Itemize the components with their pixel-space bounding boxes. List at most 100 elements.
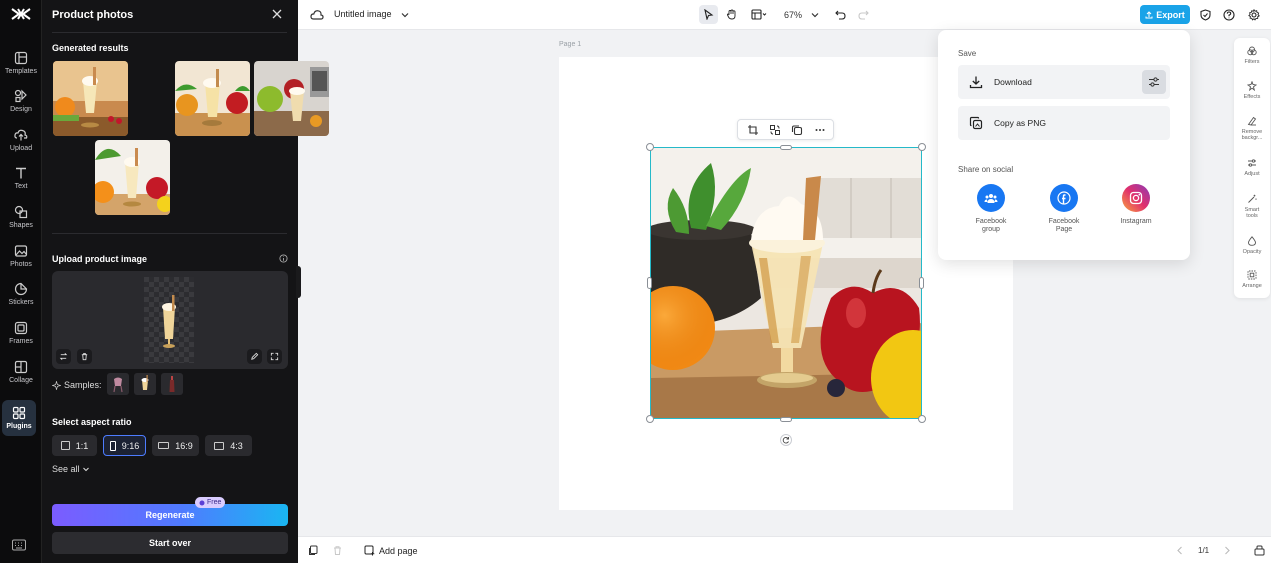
select-tool-button[interactable] <box>699 5 718 24</box>
generated-result-4[interactable] <box>95 140 170 215</box>
see-all-link[interactable]: See all <box>52 464 90 474</box>
layout-tool-button[interactable] <box>747 5 771 24</box>
chevron-down-icon[interactable] <box>811 11 819 19</box>
magic-wand-icon <box>1248 194 1257 203</box>
export-label: Export <box>1156 9 1185 20</box>
panel-collapse-handle[interactable] <box>296 266 301 298</box>
delete-image-button[interactable] <box>77 349 92 364</box>
resize-handle-bottom[interactable] <box>780 417 792 422</box>
resize-handle-bottom-right[interactable] <box>918 415 926 423</box>
download-settings-button[interactable] <box>1142 70 1166 94</box>
effects-icon <box>1247 81 1257 91</box>
redo-icon[interactable] <box>858 9 869 20</box>
upload-dropzone[interactable] <box>52 271 288 369</box>
share-facebook-group[interactable]: Facebook group <box>961 184 1021 234</box>
portrait-icon <box>109 440 116 451</box>
sample-milkshake[interactable] <box>134 373 156 395</box>
nav-item-plugins[interactable]: Plugins <box>2 400 36 436</box>
pages-icon[interactable] <box>307 545 318 556</box>
tool-adjust[interactable]: Adjust <box>1234 158 1270 177</box>
export-button[interactable]: Export <box>1140 5 1190 24</box>
hand-tool-button[interactable] <box>722 5 741 24</box>
share-facebook-page[interactable]: Facebook Page <box>1034 184 1094 234</box>
facebook-icon <box>1050 184 1078 212</box>
nav-item-text[interactable]: Text <box>0 160 42 196</box>
resize-handle-right[interactable] <box>919 277 924 289</box>
resize-handle-top-right[interactable] <box>918 143 926 151</box>
nav-item-frames[interactable]: Frames <box>0 315 42 351</box>
nav-item-label: Stickers <box>8 299 34 306</box>
generated-result-1[interactable] <box>53 61 128 136</box>
cloud-icon[interactable] <box>310 8 324 21</box>
canvas-product-photo[interactable] <box>650 147 922 419</box>
nav-item-collage[interactable]: Collage <box>0 354 42 390</box>
nav-item-stickers[interactable]: Stickers <box>0 276 42 312</box>
capcut-logo-icon[interactable] <box>10 6 32 22</box>
generated-result-2[interactable] <box>175 61 250 136</box>
aspect-option-16-9[interactable]: 16:9 <box>152 435 199 456</box>
start-over-button[interactable]: Start over <box>52 532 288 554</box>
chevron-down-icon[interactable] <box>401 11 409 19</box>
document-title[interactable]: Untitled image <box>334 9 392 19</box>
aspect-option-4-3[interactable]: 4:3 <box>205 435 252 456</box>
flip-icon[interactable] <box>769 124 781 136</box>
aspect-option-1-1[interactable]: 1:1 <box>52 435 97 456</box>
save-section-label: Save <box>958 49 977 58</box>
top-bar: Untitled image 67% Export <box>298 0 1271 30</box>
crop-icon[interactable] <box>747 124 759 136</box>
tool-smart-tools[interactable]: Smart tools <box>1234 194 1270 219</box>
samples-label: Samples: <box>64 380 102 390</box>
rotate-handle[interactable] <box>780 434 792 446</box>
share-instagram[interactable]: Instagram <box>1106 184 1166 226</box>
add-page-button[interactable]: Add page <box>364 545 418 556</box>
gear-icon[interactable] <box>1248 9 1260 21</box>
design-icon <box>14 89 27 103</box>
help-icon[interactable] <box>1223 9 1235 21</box>
aspect-ratio-title: Select aspect ratio <box>52 417 132 427</box>
tool-effects[interactable]: Effects <box>1234 81 1270 100</box>
nav-item-templates[interactable]: Templates <box>0 45 42 81</box>
delete-page-icon[interactable] <box>332 545 343 556</box>
chevron-left-icon[interactable] <box>1176 546 1184 555</box>
panel-title: Product photos <box>52 9 134 21</box>
close-icon[interactable] <box>272 9 282 19</box>
tool-opacity[interactable]: Opacity <box>1234 236 1270 255</box>
nav-item-label: Text <box>14 183 28 190</box>
shield-icon[interactable] <box>1200 9 1211 21</box>
nav-item-upload[interactable]: Upload <box>0 122 42 158</box>
aspect-option-9-16[interactable]: 9:16 <box>103 435 146 456</box>
duplicate-icon[interactable] <box>791 124 803 136</box>
info-icon[interactable] <box>279 254 288 263</box>
regenerate-button[interactable]: Regenerate <box>52 504 288 526</box>
sample-chair[interactable] <box>107 373 129 395</box>
tool-remove-background[interactable]: Remove backgr... <box>1234 116 1270 141</box>
grid-view-icon[interactable] <box>1254 545 1265 556</box>
download-option[interactable]: Download <box>958 65 1170 99</box>
chevron-right-icon[interactable] <box>1223 546 1231 555</box>
edit-image-button[interactable] <box>247 349 262 364</box>
zoom-level[interactable]: 67% <box>780 5 806 24</box>
generated-result-3[interactable] <box>254 61 329 136</box>
resize-handle-top-left[interactable] <box>646 143 654 151</box>
copy-as-png-option[interactable]: Copy as PNG <box>958 106 1170 140</box>
nav-item-design[interactable]: Design <box>0 83 42 119</box>
resize-handle-left[interactable] <box>647 277 652 289</box>
expand-image-button[interactable] <box>267 349 282 364</box>
text-icon <box>16 167 26 179</box>
tool-filters[interactable]: Filters <box>1234 46 1270 65</box>
replace-image-button[interactable] <box>56 349 71 364</box>
product-cutout-image <box>162 295 176 348</box>
resize-handle-bottom-left[interactable] <box>646 415 654 423</box>
square-icon <box>60 441 70 450</box>
keyboard-icon[interactable] <box>12 539 26 551</box>
tool-label: Arrange <box>1242 283 1262 289</box>
tool-arrange[interactable]: Arrange <box>1234 270 1270 289</box>
sliders-icon <box>1149 77 1159 87</box>
undo-icon[interactable] <box>835 9 846 20</box>
more-icon[interactable] <box>814 124 826 136</box>
nav-item-shapes[interactable]: Shapes <box>0 199 42 235</box>
nav-item-photos[interactable]: Photos <box>0 238 42 274</box>
sample-bottle[interactable] <box>161 373 183 395</box>
page-count: 1/1 <box>1198 546 1210 555</box>
resize-handle-top[interactable] <box>780 145 792 150</box>
